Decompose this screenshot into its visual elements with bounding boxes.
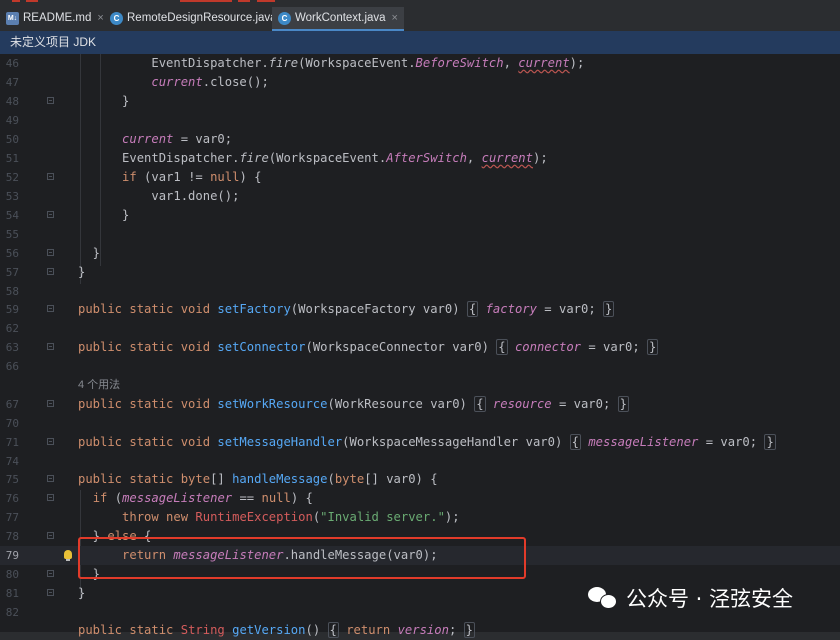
- close-icon[interactable]: ×: [392, 12, 398, 24]
- code-line: 57 }: [5, 265, 86, 279]
- code-line: 75 public static byte[] handleMessage(by…: [5, 472, 438, 486]
- code-line: 52 if (var1 != null) {: [5, 170, 262, 184]
- fold-marker-icon[interactable]: [47, 494, 54, 501]
- missing-jdk-banner[interactable]: 未定义项目 JDK: [0, 31, 840, 54]
- code-line: 70: [5, 417, 19, 430]
- code-line: 76 if (messageListener == null) {: [5, 491, 313, 505]
- fold-marker-icon[interactable]: [47, 589, 54, 596]
- code-lens-line: 4 个用法: [0, 376, 840, 395]
- tab-readme[interactable]: M↓ README.md ×: [6, 7, 104, 29]
- code-line: 47 current.close();: [5, 75, 269, 89]
- fold-marker-icon[interactable]: [47, 400, 54, 407]
- code-line: 54 }: [5, 208, 130, 222]
- fold-marker-icon[interactable]: [47, 97, 54, 104]
- fold-marker-icon[interactable]: [47, 268, 54, 275]
- banner-text: 未定义项目 JDK: [10, 35, 97, 49]
- fold-marker-icon[interactable]: [47, 343, 54, 350]
- java-class-icon: C: [110, 11, 123, 25]
- code-line: 74: [5, 455, 19, 468]
- tab-label: WorkContext.java: [295, 12, 386, 24]
- code-line: 63 public static void setConnector(Works…: [5, 339, 659, 355]
- tab-workcontext[interactable]: C WorkContext.java ×: [272, 7, 404, 31]
- usages-hint[interactable]: 4 个用法: [78, 376, 120, 395]
- markdown-file-icon: M↓: [6, 11, 19, 25]
- watermark-text: 公众号 · 泾弦安全: [626, 587, 794, 611]
- code-line: 71 public static void setMessageHandler(…: [5, 434, 776, 450]
- fold-marker-icon[interactable]: [47, 305, 54, 312]
- code-line: 59 public static void setFactory(Workspa…: [5, 301, 615, 317]
- code-line: 58: [5, 285, 19, 298]
- fold-marker-icon[interactable]: [47, 211, 54, 218]
- fold-marker-icon[interactable]: [47, 475, 54, 482]
- code-line: 50 current = var0;: [5, 132, 233, 146]
- code-line: 66: [5, 360, 19, 373]
- code-line: 49: [5, 114, 19, 127]
- code-line: public static String getVersion() { retu…: [78, 622, 475, 638]
- code-line: 67 public static void setWorkResource(Wo…: [5, 396, 630, 412]
- fold-marker-icon[interactable]: [47, 173, 54, 180]
- fold-marker-icon[interactable]: [47, 249, 54, 256]
- code-line: 48 }: [5, 94, 130, 108]
- tab-label: README.md: [23, 12, 92, 24]
- fold-marker-icon[interactable]: [47, 570, 54, 577]
- tab-label: RemoteDesignResource.java: [127, 12, 277, 24]
- code-line: 56 }: [5, 246, 101, 260]
- code-line: 46 EventDispatcher.fire(WorkspaceEvent.B…: [5, 56, 585, 70]
- highlight-annotation-box: [78, 537, 526, 579]
- code-line: 55: [5, 228, 19, 241]
- lightbulb-icon[interactable]: [64, 550, 72, 561]
- java-class-icon: C: [278, 11, 291, 25]
- wechat-watermark: 公众号 · 泾弦安全: [588, 581, 793, 615]
- close-icon[interactable]: ×: [97, 12, 103, 24]
- fold-marker-icon[interactable]: [47, 438, 54, 445]
- fold-marker-icon[interactable]: [47, 532, 54, 539]
- code-line: 62: [5, 322, 19, 335]
- code-line: 77 throw new RuntimeException("Invalid s…: [5, 510, 460, 524]
- editor-tab-bar: M↓ README.md × C RemoteDesignResource.ja…: [0, 0, 840, 32]
- tab-bar-top-marks: [0, 0, 840, 3]
- code-line: 51 EventDispatcher.fire(WorkspaceEvent.A…: [5, 151, 548, 165]
- wechat-icon: [588, 585, 620, 611]
- tab-remote-design-resource[interactable]: C RemoteDesignResource.java ×: [110, 7, 289, 29]
- code-line: 53 var1.done();: [5, 189, 240, 203]
